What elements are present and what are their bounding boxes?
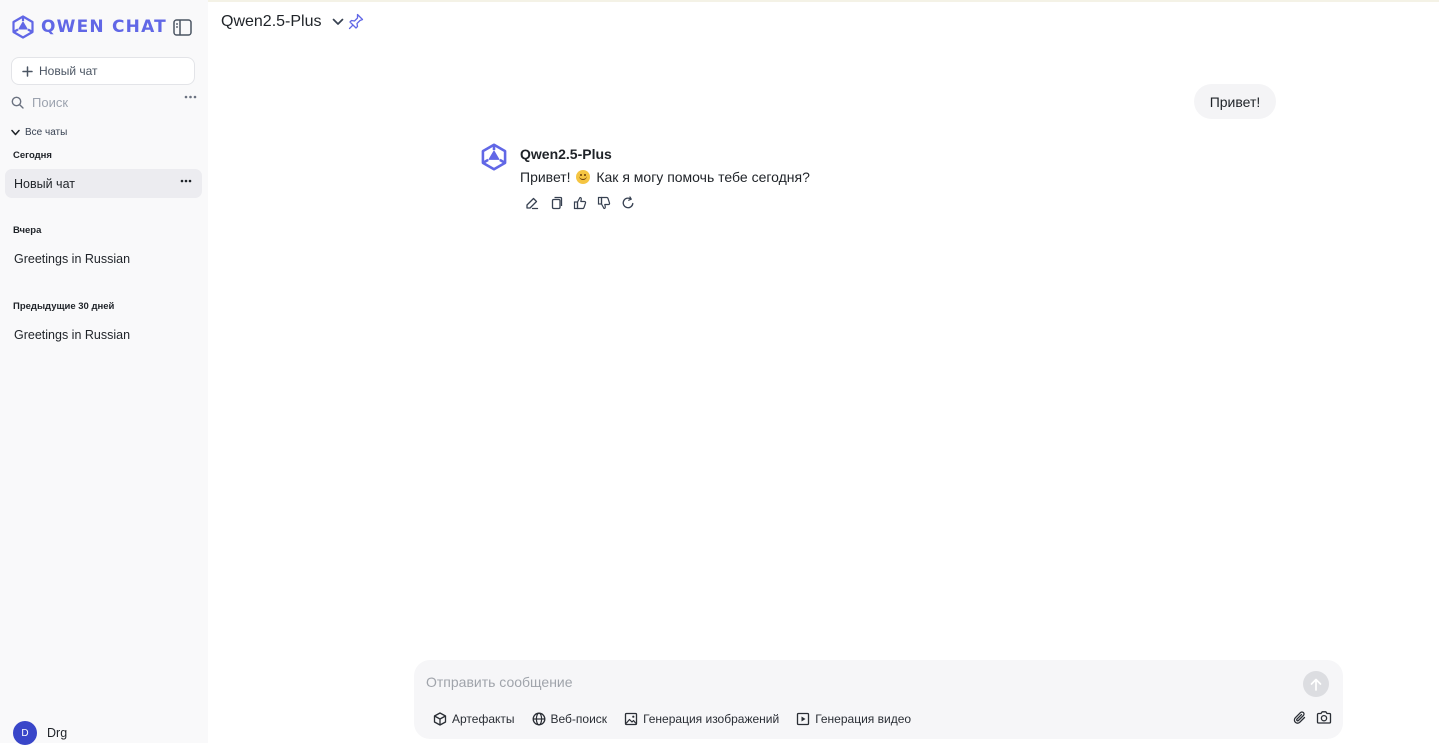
video-generation-label: Генерация видео bbox=[815, 711, 912, 726]
new-chat-label: Новый чат bbox=[39, 64, 98, 78]
assistant-text-start: Привет! bbox=[520, 169, 571, 185]
chat-item-greetings-yesterday[interactable]: Greetings in Russian bbox=[5, 244, 202, 273]
regenerate-icon bbox=[622, 196, 634, 209]
model-selector[interactable]: Qwen2.5-Plus bbox=[221, 11, 344, 33]
user-message-text: Привет! bbox=[1209, 93, 1261, 110]
search-row bbox=[11, 92, 197, 112]
section-label-yesterday: Вчера bbox=[13, 225, 42, 236]
search-input[interactable] bbox=[32, 94, 172, 110]
copy-icon bbox=[551, 196, 563, 210]
model-name: Qwen2.5-Plus bbox=[221, 13, 322, 30]
cube-icon bbox=[433, 711, 447, 726]
brand-name: QWEN CHAT bbox=[41, 17, 167, 37]
send-button[interactable] bbox=[1303, 671, 1329, 697]
pin-icon[interactable] bbox=[348, 13, 364, 30]
assistant-name: Qwen2.5-Plus bbox=[520, 146, 612, 162]
more-options-icon[interactable] bbox=[184, 95, 197, 99]
all-chats-toggle[interactable]: Все чаты bbox=[11, 125, 67, 139]
image-icon bbox=[624, 712, 638, 725]
chat-item-label: Новый чат bbox=[14, 176, 75, 191]
edit-icon bbox=[526, 197, 539, 210]
section-label-previous-30-days: Предыдущие 30 дней bbox=[13, 301, 115, 312]
brand-logo[interactable]: QWEN CHAT bbox=[11, 13, 167, 41]
search-icon bbox=[11, 96, 24, 109]
dislike-button[interactable] bbox=[597, 196, 611, 210]
sidebar: QWEN CHAT Новый чат Все чаты Сегодня bbox=[0, 0, 208, 745]
web-search-button[interactable]: Веб-поиск bbox=[532, 711, 608, 726]
chat-item-label: Greetings in Russian bbox=[14, 327, 131, 342]
smile-emoji-icon bbox=[576, 170, 591, 184]
composer-tools: Артефакты Веб-поиск Генерация изображени… bbox=[433, 710, 911, 727]
user-profile-button[interactable]: D Drg bbox=[13, 721, 67, 745]
chevron-down-icon bbox=[11, 129, 20, 135]
user-name: Drg bbox=[47, 726, 68, 740]
artifacts-button[interactable]: Артефакты bbox=[433, 712, 515, 726]
message-input[interactable] bbox=[426, 672, 1286, 692]
regenerate-button[interactable] bbox=[621, 196, 635, 210]
qwen-avatar-icon bbox=[481, 143, 507, 171]
assistant-message-text: Привет! Как я могу помочь тебе сегодня? bbox=[520, 169, 810, 185]
top-strip bbox=[0, 0, 1439, 2]
avatar: D bbox=[13, 721, 37, 745]
all-chats-label: Все чаты bbox=[25, 126, 68, 138]
chevron-down-icon bbox=[332, 18, 343, 25]
user-message-bubble: Привет! bbox=[1194, 84, 1276, 119]
camera-icon[interactable] bbox=[1316, 710, 1332, 725]
arrow-up-icon bbox=[1310, 678, 1322, 691]
qwen-logo-icon bbox=[12, 15, 34, 39]
web-search-label: Веб-поиск bbox=[550, 711, 608, 726]
play-icon bbox=[797, 712, 810, 725]
thumbs-up-icon bbox=[573, 196, 587, 210]
like-button[interactable] bbox=[573, 196, 587, 210]
new-chat-button[interactable]: Новый чат bbox=[11, 57, 195, 85]
video-generation-button[interactable]: Генерация видео bbox=[796, 712, 911, 726]
image-generation-label: Генерация изображений bbox=[643, 711, 780, 726]
edit-button[interactable] bbox=[525, 196, 539, 210]
chat-item-label: Greetings in Russian bbox=[14, 251, 131, 266]
image-generation-button[interactable]: Генерация изображений bbox=[624, 712, 779, 726]
plus-icon bbox=[22, 65, 33, 77]
thumbs-down-icon bbox=[597, 196, 611, 210]
message-action-bar bbox=[525, 195, 635, 211]
paperclip-icon[interactable] bbox=[1293, 710, 1307, 726]
assistant-text-end: Как я могу помочь тебе сегодня? bbox=[596, 169, 810, 185]
globe-icon bbox=[532, 712, 545, 725]
more-options-icon[interactable] bbox=[180, 179, 192, 183]
message-composer: Артефакты Веб-поиск Генерация изображени… bbox=[414, 660, 1343, 739]
chat-item-new-chat[interactable]: Новый чат bbox=[5, 169, 202, 198]
sidebar-panel-icon bbox=[172, 18, 192, 36]
artifacts-label: Артефакты bbox=[452, 711, 515, 726]
chat-item-greetings-30-days[interactable]: Greetings in Russian bbox=[5, 320, 202, 349]
copy-button[interactable] bbox=[549, 196, 563, 210]
sidebar-toggle-button[interactable] bbox=[171, 16, 193, 38]
section-label-today: Сегодня bbox=[13, 150, 52, 161]
